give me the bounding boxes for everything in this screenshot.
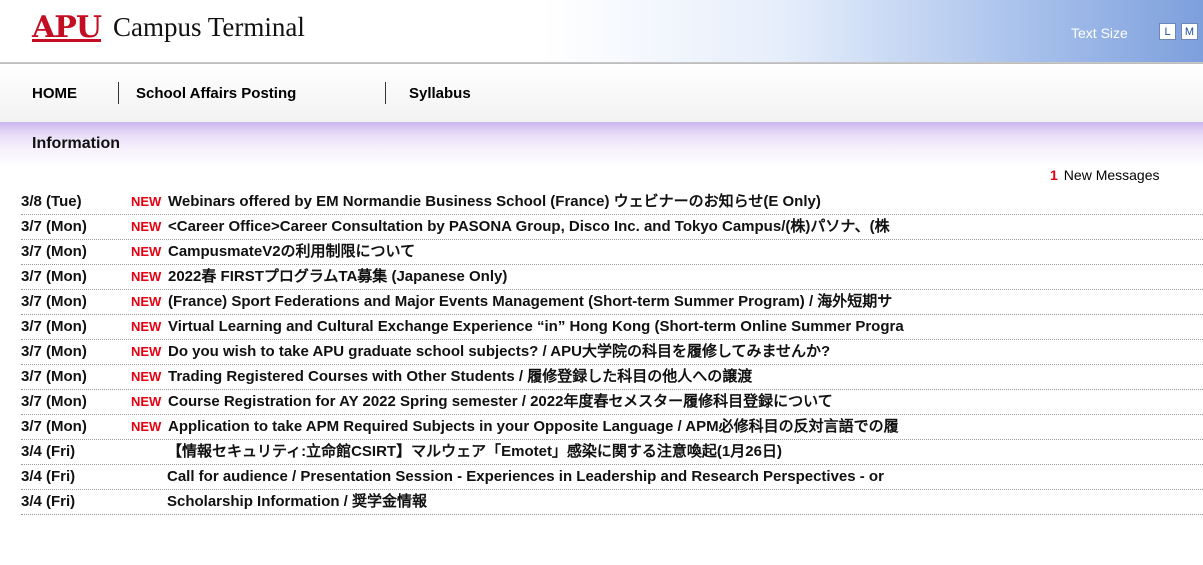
new-badge: NEW [131, 369, 162, 384]
nav-school-affairs-posting[interactable]: School Affairs Posting [136, 85, 296, 102]
message-row[interactable]: 3/7 (Mon) NEW Trading Registered Courses… [21, 365, 1203, 390]
new-messages-count[interactable]: 1 New Messages [1050, 167, 1160, 183]
message-date: 3/8 (Tue) [21, 193, 82, 210]
message-date: 3/7 (Mon) [21, 268, 87, 285]
campus-terminal-page: APU Campus Terminal Text Size L M HOME S… [0, 0, 1203, 565]
message-title-link[interactable]: <Career Office>Career Consultation by PA… [168, 215, 890, 239]
nav-home[interactable]: HOME [32, 85, 77, 102]
new-label: New Messages [1063, 167, 1160, 183]
message-row[interactable]: 3/8 (Tue) NEW Webinars offered by EM Nor… [21, 190, 1203, 215]
new-badge: NEW [131, 319, 162, 334]
message-row[interactable]: 3/7 (Mon) NEW Course Registration for AY… [21, 390, 1203, 415]
message-row[interactable]: 3/4 (Fri) Scholarship Information / 奨学金情… [21, 490, 1203, 515]
message-date: 3/7 (Mon) [21, 293, 87, 310]
message-date: 3/7 (Mon) [21, 243, 87, 260]
new-count: 1 [1050, 167, 1058, 183]
message-title-link[interactable]: 2022春 FIRSTプログラムTA募集 (Japanese Only) [168, 265, 507, 289]
message-date: 3/4 (Fri) [21, 443, 76, 460]
nav-syllabus[interactable]: Syllabus [409, 85, 471, 102]
main-nav: HOME School Affairs Posting Syllabus [0, 63, 1203, 123]
new-badge: NEW [131, 194, 162, 209]
message-list: 3/8 (Tue) NEW Webinars offered by EM Nor… [21, 190, 1203, 515]
message-row[interactable]: 3/7 (Mon) NEW Application to take APM Re… [21, 415, 1203, 440]
header: APU Campus Terminal Text Size L M [0, 0, 1203, 63]
message-date: 3/7 (Mon) [21, 393, 87, 410]
message-row[interactable]: 3/7 (Mon) NEW (France) Sport Federations… [21, 290, 1203, 315]
message-title-link[interactable]: CampusmateV2の利用制限について [168, 240, 415, 264]
message-row[interactable]: 3/7 (Mon) NEW Do you wish to take APU gr… [21, 340, 1203, 365]
nav-separator [118, 82, 119, 104]
message-title-link[interactable]: Course Registration for AY 2022 Spring s… [168, 390, 833, 414]
information-bar [0, 122, 1203, 167]
message-title-link[interactable]: Do you wish to take APU graduate school … [168, 340, 830, 364]
message-row[interactable]: 3/7 (Mon) NEW CampusmateV2の利用制限について [21, 240, 1203, 265]
new-badge: NEW [131, 294, 162, 309]
new-badge: NEW [131, 219, 162, 234]
message-date: 3/7 (Mon) [21, 418, 87, 435]
message-title-link[interactable]: Trading Registered Courses with Other St… [168, 365, 752, 389]
message-title-link[interactable]: Virtual Learning and Cultural Exchange E… [168, 315, 904, 339]
message-title-link[interactable]: Call for audience / Presentation Session… [167, 465, 884, 489]
nav-separator [385, 82, 386, 104]
message-title-link[interactable]: 【情報セキュリティ:立命館CSIRT】マルウェア「Emotet」感染に関する注意… [167, 440, 782, 464]
new-badge: NEW [131, 269, 162, 284]
app-title: Campus Terminal [113, 12, 305, 42]
apu-logo[interactable]: APU [32, 10, 102, 45]
message-title-link[interactable]: Application to take APM Required Subject… [168, 415, 899, 439]
information-title: Information [32, 135, 120, 152]
text-size-medium-button[interactable]: M [1181, 23, 1198, 40]
message-title-link[interactable]: Webinars offered by EM Normandie Busines… [168, 190, 821, 214]
message-date: 3/4 (Fri) [21, 468, 76, 485]
message-date: 3/4 (Fri) [21, 493, 76, 510]
message-title-link[interactable]: Scholarship Information / 奨学金情報 [167, 490, 427, 514]
message-row[interactable]: 3/4 (Fri) 【情報セキュリティ:立命館CSIRT】マルウェア「Emote… [21, 440, 1203, 465]
new-badge: NEW [131, 344, 162, 359]
new-badge: NEW [131, 419, 162, 434]
text-size-label: Text Size [1071, 25, 1128, 41]
message-row[interactable]: 3/7 (Mon) NEW 2022春 FIRSTプログラムTA募集 (Japa… [21, 265, 1203, 290]
message-date: 3/7 (Mon) [21, 343, 87, 360]
text-size-large-button[interactable]: L [1159, 23, 1176, 40]
message-row[interactable]: 3/4 (Fri) Call for audience / Presentati… [21, 465, 1203, 490]
message-date: 3/7 (Mon) [21, 368, 87, 385]
message-title-link[interactable]: (France) Sport Federations and Major Eve… [168, 290, 892, 314]
new-badge: NEW [131, 394, 162, 409]
message-date: 3/7 (Mon) [21, 218, 87, 235]
message-row[interactable]: 3/7 (Mon) NEW Virtual Learning and Cultu… [21, 315, 1203, 340]
message-row[interactable]: 3/7 (Mon) NEW <Career Office>Career Cons… [21, 215, 1203, 240]
new-badge: NEW [131, 244, 162, 259]
message-date: 3/7 (Mon) [21, 318, 87, 335]
